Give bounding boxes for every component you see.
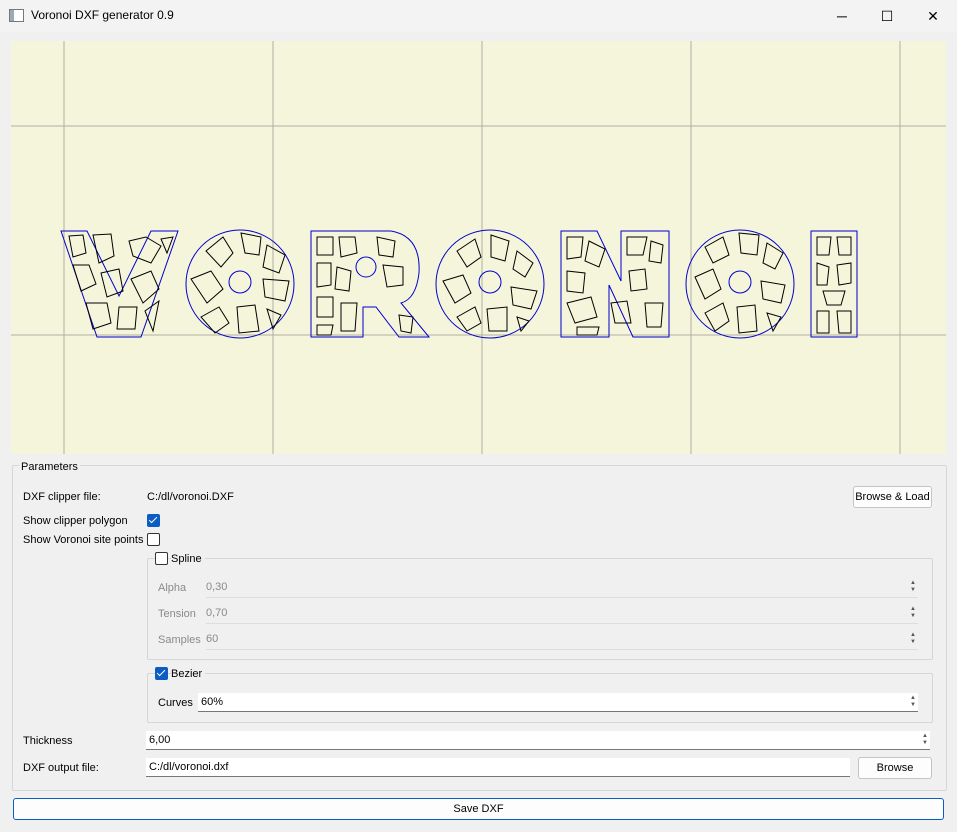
thickness-label: Thickness — [23, 735, 73, 747]
maximize-icon[interactable]: ☐ — [864, 0, 910, 32]
bezier-title: Bezier — [171, 668, 206, 680]
clipper-file-label: DXF clipper file: — [23, 491, 101, 503]
output-file-value: C:/dl/voronoi.dxf — [149, 761, 229, 773]
close-icon[interactable]: ✕ — [910, 0, 956, 32]
browse-button[interactable]: Browse — [858, 757, 932, 779]
curves-label: Curves — [158, 697, 193, 709]
spin-arrows-icon[interactable]: ▲ ▼ — [908, 632, 918, 646]
preview-canvas[interactable] — [11, 41, 946, 454]
samples-spinbox[interactable]: 60 ▲ ▼ — [206, 631, 918, 650]
show-clipper-checkbox[interactable] — [147, 514, 160, 527]
show-sites-label: Show Voronoi site points — [23, 534, 144, 546]
window-title: Voronoi DXF generator 0.9 — [31, 8, 174, 22]
letter-r — [310, 230, 431, 338]
letter-o-1 — [185, 229, 295, 339]
tension-spinbox[interactable]: 0,70 ▲ ▼ — [206, 605, 918, 624]
samples-value: 60 — [206, 633, 219, 645]
thickness-spinbox[interactable]: 6,00 ▲ ▼ — [146, 731, 930, 750]
spline-checkbox[interactable] — [155, 552, 168, 565]
tension-value: 0,70 — [206, 607, 228, 619]
letter-i — [810, 230, 858, 338]
browse-load-button[interactable]: Browse & Load — [853, 486, 932, 508]
samples-label: Samples — [158, 634, 201, 646]
alpha-label: Alpha — [158, 582, 187, 594]
output-file-label: DXF output file: — [23, 762, 99, 774]
spline-title: Spline — [171, 553, 205, 565]
thickness-value: 6,00 — [149, 734, 171, 746]
bezier-checkbox[interactable] — [155, 667, 168, 680]
curves-value: 60% — [201, 696, 224, 708]
clipper-file-value: C:/dl/voronoi.DXF — [147, 491, 234, 503]
curves-spinbox[interactable]: 60% ▲ ▼ — [198, 693, 918, 712]
save-dxf-button[interactable]: Save DXF — [13, 798, 944, 820]
show-sites-checkbox[interactable] — [147, 533, 160, 546]
voronoi-preview — [11, 41, 946, 454]
letter-o-3 — [685, 229, 795, 339]
spin-arrows-icon[interactable]: ▲ ▼ — [908, 580, 918, 594]
letter-o-2 — [435, 229, 545, 339]
spin-arrows-icon[interactable]: ▲ ▼ — [920, 733, 930, 747]
alpha-value: 0,30 — [206, 581, 228, 593]
letter-v — [60, 230, 179, 338]
spin-arrows-icon[interactable]: ▲ ▼ — [908, 606, 918, 620]
minimize-icon[interactable]: ─ — [819, 0, 865, 32]
tension-label: Tension — [158, 608, 196, 620]
parameters-title: Parameters — [19, 461, 80, 473]
output-file-input[interactable]: C:/dl/voronoi.dxf — [146, 758, 850, 777]
letter-n — [560, 230, 670, 338]
spin-arrows-icon[interactable]: ▲ ▼ — [908, 695, 918, 709]
alpha-spinbox[interactable]: 0,30 ▲ ▼ — [206, 579, 918, 598]
title-bar: Voronoi DXF generator 0.9 ─ ☐ ✕ — [0, 0, 957, 32]
show-clipper-label: Show clipper polygon — [23, 515, 128, 527]
app-icon — [9, 9, 24, 22]
